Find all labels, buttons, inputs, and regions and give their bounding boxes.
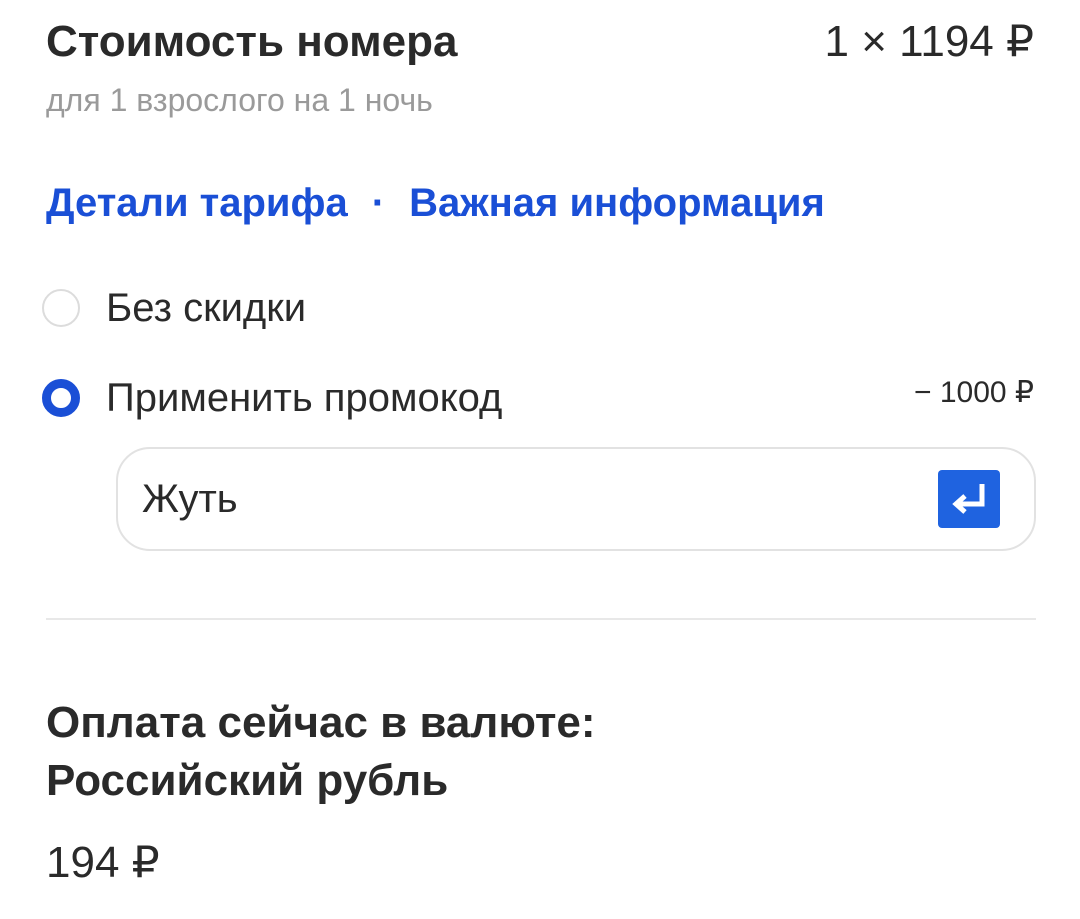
payment-amount: 194 ₽	[46, 838, 160, 887]
tariff-details-link[interactable]: Детали тарифа	[46, 178, 348, 228]
no-discount-option[interactable]: Без скидки	[42, 284, 306, 332]
section-divider	[46, 618, 1036, 620]
enter-return-icon	[952, 484, 985, 514]
promo-submit-button[interactable]	[938, 470, 1000, 528]
promo-code-option[interactable]: Применить промокод	[42, 374, 502, 422]
promo-code-label: Применить промокод	[106, 376, 503, 420]
room-cost-subtitle: для 1 взрослого на 1 ночь	[46, 82, 433, 118]
no-discount-label: Без скидки	[106, 286, 307, 330]
important-info-link[interactable]: Важная информация	[409, 178, 825, 228]
payment-currency-title: Оплата сейчас в валюте: Российский рубль	[46, 694, 1006, 810]
promo-code-input[interactable]	[116, 447, 1036, 551]
promo-code-value[interactable]: Жуть	[142, 475, 238, 523]
promo-discount-amount: − 1000 ₽	[913, 376, 1034, 409]
payment-title-line1: Оплата сейчас в валюте:	[46, 698, 596, 747]
room-cost-price: 1 × 1194 ₽	[824, 17, 1034, 66]
room-cost-title: Стоимость номера	[46, 17, 458, 66]
promo-code-radio[interactable]	[42, 379, 80, 417]
link-separator: ·	[371, 181, 386, 225]
no-discount-radio[interactable]	[42, 289, 80, 327]
info-links: Детали тарифа · Важная информация	[46, 178, 825, 228]
payment-title-line2: Российский рубль	[46, 756, 449, 805]
